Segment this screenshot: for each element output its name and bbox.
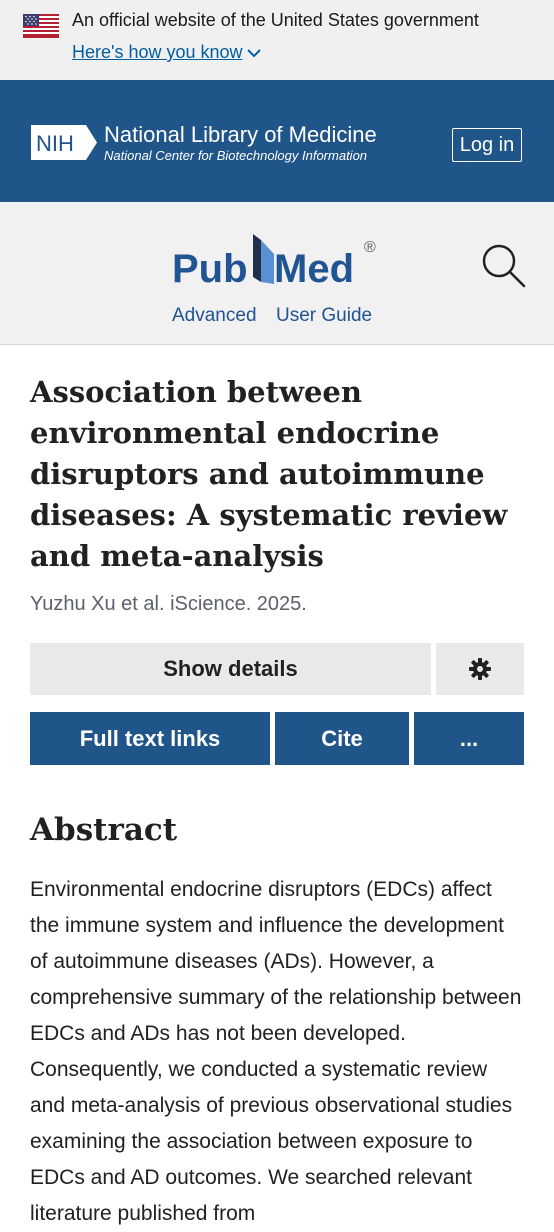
full-text-links-button[interactable]: Full text links	[30, 712, 270, 765]
gear-icon	[469, 658, 491, 680]
nlm-header: NIH National Library of Medicine Nationa…	[0, 80, 554, 202]
abstract-heading: Abstract	[30, 812, 178, 848]
abstract-text: Environmental endocrine disruptors (EDCs…	[30, 878, 522, 1225]
svg-text:Pub: Pub	[172, 247, 248, 291]
svg-text:®: ®	[364, 239, 376, 256]
settings-button[interactable]	[436, 643, 524, 695]
heres-how-you-know-label: Here's how you know	[72, 42, 243, 62]
svg-text:Med: Med	[274, 247, 354, 291]
advanced-link[interactable]: Advanced	[172, 305, 257, 327]
gov-banner-text: An official website of the United States…	[72, 10, 479, 30]
pubmed-header: Pub Med ® Advanced User Guide	[0, 202, 554, 345]
nih-logo[interactable]: NIH	[30, 124, 98, 161]
login-button[interactable]: Log in	[452, 128, 522, 162]
nlm-subtitle: National Center for Biotechnology Inform…	[104, 148, 368, 163]
show-details-button[interactable]: Show details	[30, 643, 431, 695]
more-actions-button[interactable]: ...	[414, 712, 524, 765]
article-citation: Yuzhu Xu et al. iScience. 2025.	[30, 593, 307, 615]
search-icon[interactable]	[480, 242, 526, 288]
user-guide-link[interactable]: User Guide	[276, 305, 372, 327]
pubmed-logo[interactable]: Pub Med ®	[170, 220, 386, 292]
gov-banner: An official website of the United States…	[0, 0, 554, 80]
cite-button[interactable]: Cite	[275, 712, 409, 765]
chevron-down-icon	[246, 49, 261, 58]
article-title: Association between environmental endocr…	[30, 375, 508, 573]
nih-logo-text: NIH	[36, 131, 74, 156]
us-flag-icon	[23, 14, 59, 38]
nlm-title[interactable]: National Library of Medicine	[104, 122, 377, 148]
heres-how-you-know-link[interactable]: Here's how you know	[72, 42, 262, 63]
